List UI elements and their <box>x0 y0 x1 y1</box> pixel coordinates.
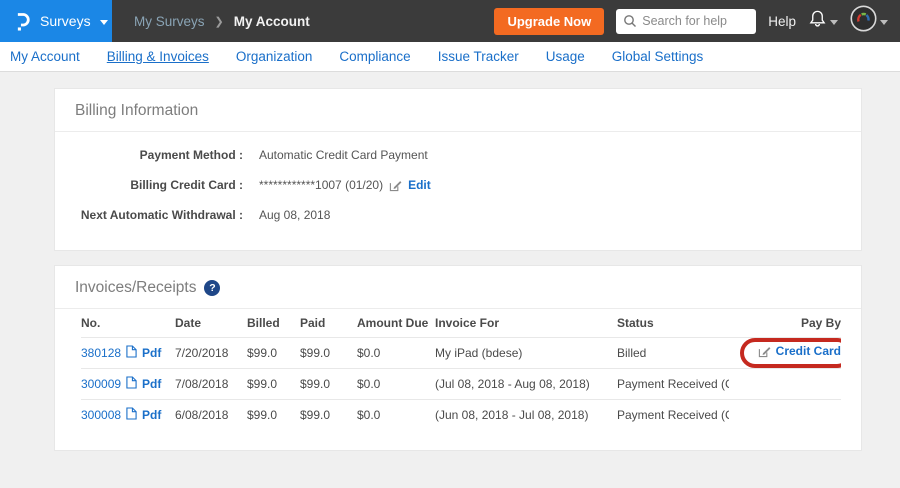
column-invoice-for: Invoice For <box>435 309 617 337</box>
invoices-header-row: No. Date Billed Paid Amount Due Invoice … <box>81 309 841 337</box>
questionpro-logo-icon <box>14 11 31 32</box>
tab-global-settings[interactable]: Global Settings <box>612 49 704 64</box>
next-withdrawal-label: Next Automatic Withdrawal : <box>55 208 243 222</box>
edit-pencil-icon <box>758 345 771 358</box>
bell-icon <box>808 9 827 33</box>
invoices-receipts-title: Invoices/Receipts <box>75 279 196 297</box>
help-search <box>616 9 756 34</box>
edit-credit-card-link[interactable]: Edit <box>408 178 431 192</box>
invoice-date: 6/08/2018 <box>175 399 247 430</box>
invoices-table: No. Date Billed Paid Amount Due Invoice … <box>81 309 841 430</box>
table-row: 300009 Pdf 7/08/2018 <box>81 368 841 399</box>
pay-by-credit-card-link[interactable]: Credit Card <box>776 344 841 358</box>
column-billed: Billed <box>247 309 300 337</box>
invoice-billed: $99.0 <box>247 399 300 430</box>
column-pay-by: Pay By <box>729 309 841 337</box>
chevron-down-icon <box>100 20 108 25</box>
column-amount-due: Amount Due <box>357 309 435 337</box>
invoice-number-link[interactable]: 380128 <box>81 346 121 360</box>
upgrade-now-button[interactable]: Upgrade Now <box>494 8 604 35</box>
edit-pencil-icon[interactable] <box>389 179 402 192</box>
invoice-status: Payment Received (Credit Card) <box>617 368 729 399</box>
invoice-for: My iPad (bdese) <box>435 337 617 368</box>
pdf-file-icon[interactable] <box>126 345 137 361</box>
invoice-amount-due: $0.0 <box>357 368 435 399</box>
invoice-paid: $99.0 <box>300 337 357 368</box>
avatar <box>850 5 877 37</box>
invoice-status: Billed <box>617 337 729 368</box>
breadcrumb-separator-icon: ❯ <box>215 15 224 28</box>
pdf-link[interactable]: Pdf <box>142 377 161 391</box>
chevron-down-icon <box>830 20 838 25</box>
breadcrumb-my-account: My Account <box>234 14 310 29</box>
invoice-for: (Jun 08, 2018 - Jul 08, 2018) <box>435 399 617 430</box>
next-withdrawal-row: Next Automatic Withdrawal : Aug 08, 2018 <box>55 208 861 222</box>
billing-credit-card-label: Billing Credit Card : <box>55 178 243 192</box>
notifications-button[interactable] <box>808 9 838 33</box>
invoice-billed: $99.0 <box>247 368 300 399</box>
product-switcher[interactable]: Surveys <box>0 0 112 42</box>
search-icon <box>623 14 637 33</box>
table-row: 300008 Pdf 6/08/2018 <box>81 399 841 430</box>
invoice-amount-due: $0.0 <box>357 337 435 368</box>
tab-billing-invoices[interactable]: Billing & Invoices <box>107 49 209 64</box>
search-input[interactable] <box>616 9 756 34</box>
pdf-link[interactable]: Pdf <box>142 408 161 422</box>
product-menu-label: Surveys <box>40 13 91 29</box>
tab-compliance[interactable]: Compliance <box>339 49 410 64</box>
pdf-file-icon[interactable] <box>126 376 137 392</box>
account-menu-button[interactable] <box>850 5 888 37</box>
invoice-paid: $99.0 <box>300 368 357 399</box>
billing-information-title: Billing Information <box>75 102 198 120</box>
breadcrumb: My Surveys ❯ My Account <box>134 14 310 29</box>
tab-my-account[interactable]: My Account <box>10 49 80 64</box>
help-question-icon[interactable]: ? <box>204 280 220 296</box>
invoice-status: Payment Received (Credit Card) <box>617 399 729 430</box>
billing-credit-card-value: ************1007 (01/20) <box>259 178 383 192</box>
payment-method-label: Payment Method : <box>55 148 243 162</box>
table-row: 380128 Pdf 7/20/2018 <box>81 337 841 368</box>
billing-information-card: Billing Information Payment Method : Aut… <box>54 88 862 251</box>
account-tabs: My Account Billing & Invoices Organizati… <box>0 42 900 72</box>
invoice-paid: $99.0 <box>300 399 357 430</box>
column-no: No. <box>81 309 175 337</box>
invoice-number-link[interactable]: 300009 <box>81 377 121 391</box>
invoices-receipts-card: Invoices/Receipts ? No. Date Billed Paid <box>54 265 862 451</box>
tab-issue-tracker[interactable]: Issue Tracker <box>438 49 519 64</box>
column-paid: Paid <box>300 309 357 337</box>
column-status: Status <box>617 309 729 337</box>
help-link[interactable]: Help <box>768 14 796 29</box>
invoice-amount-due: $0.0 <box>357 399 435 430</box>
breadcrumb-my-surveys[interactable]: My Surveys <box>134 14 205 29</box>
column-date: Date <box>175 309 247 337</box>
invoice-date: 7/20/2018 <box>175 337 247 368</box>
payment-method-value: Automatic Credit Card Payment <box>259 148 428 162</box>
invoice-billed: $99.0 <box>247 337 300 368</box>
next-withdrawal-value: Aug 08, 2018 <box>259 208 330 222</box>
payment-method-row: Payment Method : Automatic Credit Card P… <box>55 148 861 162</box>
invoice-date: 7/08/2018 <box>175 368 247 399</box>
pdf-file-icon[interactable] <box>126 407 137 423</box>
chevron-down-icon <box>880 20 888 25</box>
tab-usage[interactable]: Usage <box>546 49 585 64</box>
billing-credit-card-row: Billing Credit Card : ************1007 (… <box>55 178 861 192</box>
pdf-link[interactable]: Pdf <box>142 346 161 360</box>
invoice-number-link[interactable]: 300008 <box>81 408 121 422</box>
tab-organization[interactable]: Organization <box>236 49 313 64</box>
invoice-for: (Jul 08, 2018 - Aug 08, 2018) <box>435 368 617 399</box>
top-header: Surveys My Surveys ❯ My Account Upgrade … <box>0 0 900 42</box>
